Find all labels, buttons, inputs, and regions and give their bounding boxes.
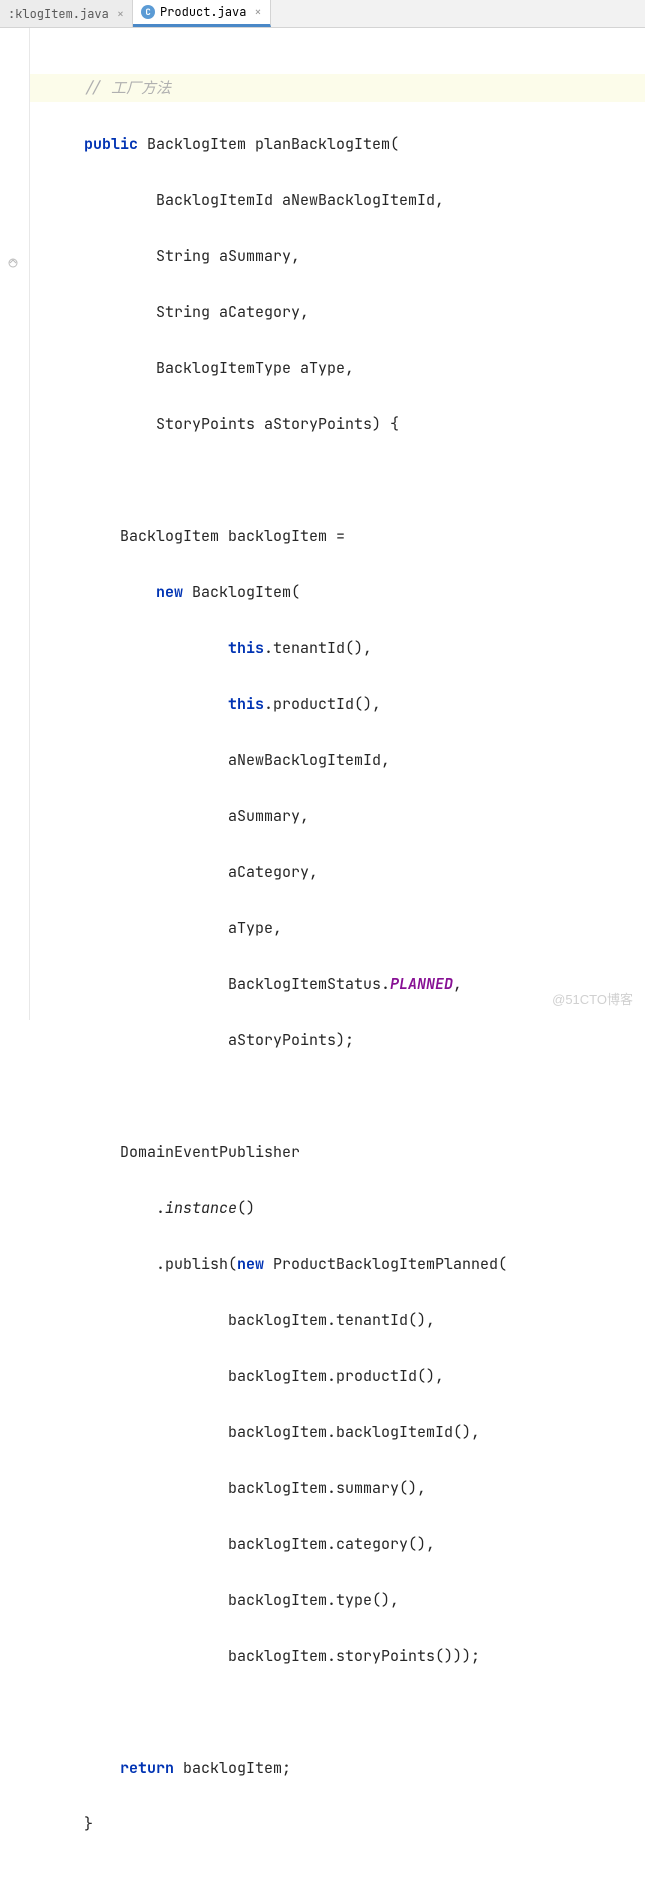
override-marker-icon[interactable] <box>6 258 20 268</box>
close-icon[interactable]: × <box>117 6 124 22</box>
kw-this: this <box>228 694 264 714</box>
code-text: backlogItem.category(), <box>228 1534 435 1554</box>
code-area[interactable]: // 工厂方法 public BacklogItem planBacklogIt… <box>30 28 645 1020</box>
code-text: .publish( <box>156 1254 237 1274</box>
code-text: aCategory, <box>228 862 318 882</box>
code-comment: // 工厂方法 <box>84 78 171 98</box>
code-enum: PLANNED <box>390 974 453 994</box>
code-text: BacklogItem( <box>183 582 300 602</box>
gutter[interactable] <box>0 28 30 1020</box>
code-text: BacklogItemType aType, <box>156 358 354 378</box>
close-icon[interactable]: × <box>254 4 261 20</box>
tab-product[interactable]: C Product.java × <box>133 0 271 27</box>
code-text: aSummary, <box>228 806 309 826</box>
code-text: () <box>237 1198 255 1218</box>
kw-new: new <box>237 1254 264 1274</box>
kw-this: this <box>228 638 264 658</box>
code-text: backlogItem.summary(), <box>228 1478 426 1498</box>
class-file-icon: C <box>141 5 155 19</box>
code-text: } <box>84 1814 93 1834</box>
code-text: backlogItem.productId(), <box>228 1366 444 1386</box>
code-text: backlogItem; <box>174 1758 291 1778</box>
tab-backlogitem[interactable]: :klogItem.java × <box>0 0 133 27</box>
code-text: backlogItem.type(), <box>228 1590 399 1610</box>
code-text: BacklogItem backlogItem = <box>120 526 345 546</box>
code-text: BacklogItemId aNewBacklogItemId, <box>156 190 444 210</box>
code-text: DomainEventPublisher <box>120 1142 300 1162</box>
code-text: ProductBacklogItemPlanned( <box>264 1254 507 1274</box>
tab-label: :klogItem.java <box>8 6 109 22</box>
kw-return: return <box>120 1758 174 1778</box>
code-text: StoryPoints aStoryPoints) { <box>156 414 399 434</box>
kw-public: public <box>84 134 138 154</box>
tab-label: Product.java <box>160 4 246 20</box>
code-text: backlogItem.storyPoints())); <box>228 1646 480 1666</box>
code-text: instance <box>165 1198 237 1218</box>
code-text: backlogItem.tenantId(), <box>228 1310 435 1330</box>
code-text: BacklogItemStatus. <box>228 974 390 994</box>
code-text: String aSummary, <box>156 246 300 266</box>
code-text: aType, <box>228 918 282 938</box>
code-text: aStoryPoints); <box>228 1030 354 1050</box>
code-text: .tenantId(), <box>264 638 372 658</box>
code-text: .productId(), <box>264 694 381 714</box>
code-text: . <box>156 1198 165 1218</box>
code-text: aNewBacklogItemId, <box>228 750 390 770</box>
watermark: @51CTO博客 <box>552 989 633 1008</box>
code-text: BacklogItem planBacklogItem( <box>138 134 399 154</box>
code-text: String aCategory, <box>156 302 309 322</box>
editor-area: // 工厂方法 public BacklogItem planBacklogIt… <box>0 28 645 1020</box>
code-text: , <box>453 974 462 994</box>
tab-bar: :klogItem.java × C Product.java × <box>0 0 645 28</box>
code-text: backlogItem.backlogItemId(), <box>228 1422 480 1442</box>
kw-new: new <box>156 582 183 602</box>
